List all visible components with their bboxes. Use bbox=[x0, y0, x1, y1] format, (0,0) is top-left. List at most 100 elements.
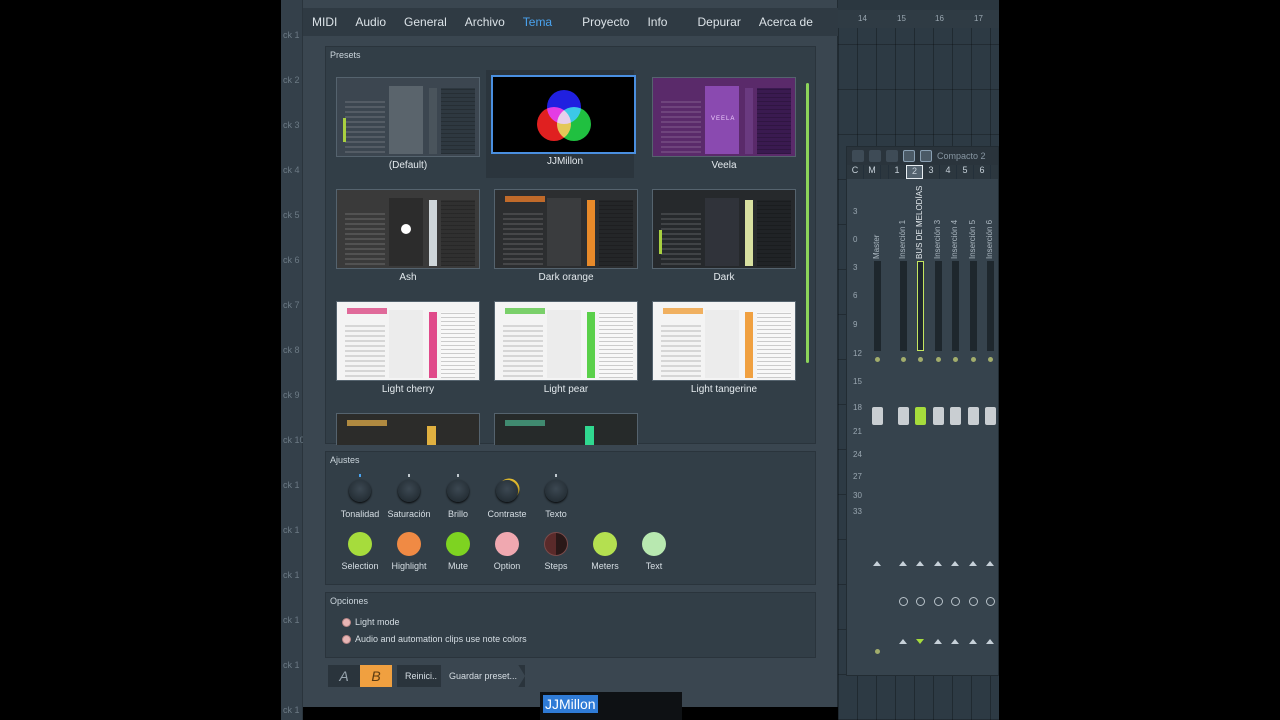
up-arrow-icon[interactable] bbox=[916, 561, 924, 566]
mixer-header[interactable]: 6 bbox=[974, 165, 991, 179]
led[interactable] bbox=[953, 357, 958, 362]
rename-text[interactable]: JJMillon bbox=[543, 695, 598, 713]
reset-button[interactable]: Reinici.. bbox=[401, 671, 441, 681]
mixer-strip-1[interactable]: Inserción 1 bbox=[896, 181, 911, 661]
track-label[interactable]: ck 9 bbox=[283, 390, 300, 400]
mixer-strip-5[interactable]: Inserción 5 bbox=[966, 181, 981, 661]
snap-icon[interactable] bbox=[869, 150, 881, 162]
rename-field[interactable]: JJMillon bbox=[540, 692, 682, 720]
radio-icon[interactable] bbox=[342, 617, 351, 627]
track-label[interactable]: ck 1 bbox=[283, 615, 300, 625]
contraste-knob[interactable] bbox=[496, 480, 518, 502]
mixer-header[interactable]: 1 bbox=[889, 165, 906, 179]
option-color-swatch[interactable] bbox=[495, 532, 519, 556]
preset-light-cherry[interactable]: Light cherry bbox=[334, 299, 482, 407]
track-label[interactable]: ck 4 bbox=[283, 165, 300, 175]
preset-jjmillon[interactable]: JJMillon bbox=[486, 70, 636, 178]
down-arrow-icon[interactable] bbox=[916, 639, 924, 644]
route-knob-icon[interactable] bbox=[899, 597, 908, 606]
preset-dark[interactable]: Dark bbox=[650, 187, 798, 295]
saturacion-knob[interactable] bbox=[398, 480, 420, 502]
highlight-color-swatch[interactable] bbox=[397, 532, 421, 556]
track-label[interactable]: ck 1 bbox=[283, 570, 300, 580]
route-knob-icon[interactable] bbox=[934, 597, 943, 606]
volume-fader[interactable] bbox=[898, 407, 909, 425]
track-label[interactable]: ck 1 bbox=[283, 705, 300, 715]
mixer-strip-6[interactable]: Inserción 6 bbox=[983, 181, 998, 661]
up-arrow-icon[interactable] bbox=[969, 561, 977, 566]
b-button[interactable]: B bbox=[360, 665, 392, 687]
up-arrow-icon[interactable] bbox=[873, 561, 881, 566]
up-arrow-icon[interactable] bbox=[986, 639, 994, 644]
steps-color-swatch[interactable] bbox=[544, 532, 568, 556]
volume-fader[interactable] bbox=[872, 407, 883, 425]
volume-fader[interactable] bbox=[933, 407, 944, 425]
up-arrow-icon[interactable] bbox=[986, 561, 994, 566]
note-colors-option[interactable]: Audio and automation clips use note colo… bbox=[342, 634, 527, 644]
route-knob-icon[interactable] bbox=[916, 597, 925, 606]
led[interactable] bbox=[988, 357, 993, 362]
track-label[interactable]: ck 1 bbox=[283, 30, 300, 40]
mixer-strip-master[interactable]: Master bbox=[870, 181, 885, 661]
led[interactable] bbox=[971, 357, 976, 362]
route-knob-icon[interactable] bbox=[986, 597, 995, 606]
mixer-header[interactable]: 4 bbox=[940, 165, 957, 179]
radio-icon[interactable] bbox=[342, 634, 351, 644]
mixer-header[interactable]: 5 bbox=[957, 165, 974, 179]
track-label[interactable]: ck 6 bbox=[283, 255, 300, 265]
led[interactable] bbox=[918, 357, 923, 362]
preset-ash[interactable]: Ash bbox=[334, 187, 482, 295]
preset-veela[interactable]: VEELA Veela bbox=[650, 75, 798, 183]
track-label[interactable]: ck 5 bbox=[283, 210, 300, 220]
track-label[interactable]: ck 1 bbox=[283, 480, 300, 490]
preset-light-tangerine[interactable]: Light tangerine bbox=[650, 299, 798, 407]
mixer-strip-2[interactable]: BUS DE MELODÍAS bbox=[913, 181, 928, 661]
led[interactable] bbox=[901, 357, 906, 362]
led[interactable] bbox=[936, 357, 941, 362]
tab-depurar[interactable]: Depurar bbox=[688, 8, 749, 36]
tab-tema[interactable]: Tema bbox=[514, 8, 561, 36]
up-arrow-icon[interactable] bbox=[951, 561, 959, 566]
tonalidad-knob[interactable] bbox=[349, 480, 371, 502]
track-label[interactable]: ck 10 bbox=[283, 435, 305, 445]
up-arrow-icon[interactable] bbox=[934, 639, 942, 644]
volume-fader[interactable] bbox=[915, 407, 926, 425]
mixer-header-current[interactable]: 2 bbox=[906, 165, 923, 179]
mixer-layout-name[interactable]: Compacto 2 bbox=[937, 151, 986, 161]
route-knob-icon[interactable] bbox=[951, 597, 960, 606]
mixer-strip-3[interactable]: Inserción 3 bbox=[931, 181, 946, 661]
mixer-strip-4[interactable]: Inserción 4 bbox=[948, 181, 963, 661]
tab-info[interactable]: Info bbox=[638, 8, 676, 36]
tab-acerca-de[interactable]: Acerca de bbox=[750, 8, 822, 36]
meters-color-swatch[interactable] bbox=[593, 532, 617, 556]
volume-fader[interactable] bbox=[950, 407, 961, 425]
mixer-header[interactable]: C bbox=[847, 165, 864, 179]
up-arrow-icon[interactable] bbox=[899, 639, 907, 644]
preset-default[interactable]: (Default) bbox=[334, 75, 482, 183]
up-arrow-icon[interactable] bbox=[934, 561, 942, 566]
tab-general[interactable]: General bbox=[395, 8, 456, 36]
route-knob-icon[interactable] bbox=[969, 597, 978, 606]
track-label[interactable]: ck 7 bbox=[283, 300, 300, 310]
led[interactable] bbox=[875, 357, 880, 362]
selection-color-swatch[interactable] bbox=[348, 532, 372, 556]
text-color-swatch[interactable] bbox=[642, 532, 666, 556]
preset-partial-1[interactable] bbox=[334, 411, 482, 445]
brillo-knob[interactable] bbox=[447, 480, 469, 502]
up-arrow-icon[interactable] bbox=[969, 639, 977, 644]
preset-dark-orange[interactable]: Dark orange bbox=[492, 187, 640, 295]
save-preset-button[interactable]: Guardar preset... bbox=[441, 665, 526, 687]
preset-light-pear[interactable]: Light pear bbox=[492, 299, 640, 407]
preset-partial-2[interactable] bbox=[492, 411, 640, 445]
tab-audio[interactable]: Audio bbox=[346, 8, 395, 36]
tab-midi[interactable]: MIDI bbox=[303, 8, 346, 36]
pin-icon[interactable] bbox=[886, 150, 898, 162]
texto-knob[interactable] bbox=[545, 480, 567, 502]
volume-fader[interactable] bbox=[985, 407, 996, 425]
send-dot[interactable] bbox=[875, 649, 880, 654]
mute-color-swatch[interactable] bbox=[446, 532, 470, 556]
volume-fader[interactable] bbox=[968, 407, 979, 425]
a-button[interactable]: A bbox=[328, 665, 360, 687]
track-label[interactable]: ck 2 bbox=[283, 75, 300, 85]
layout-icon[interactable] bbox=[920, 150, 932, 162]
